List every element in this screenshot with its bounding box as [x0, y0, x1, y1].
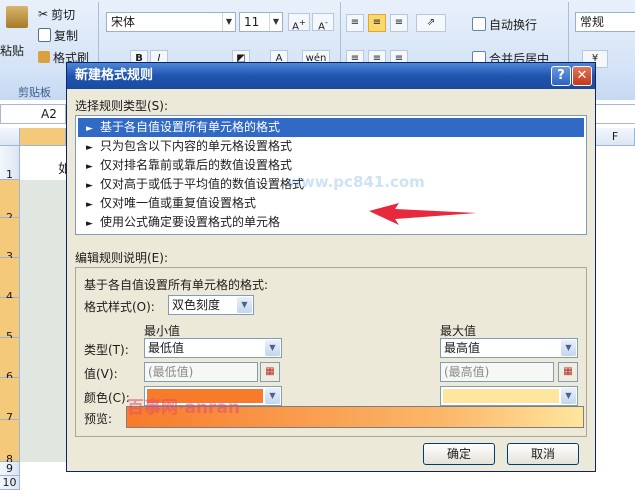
grow-font-button[interactable]: A+ — [288, 13, 310, 32]
arrow-icon — [369, 203, 477, 225]
align-middle-button[interactable]: ≡ — [368, 14, 386, 32]
row-header-6[interactable]: 6 — [0, 338, 20, 383]
wrap-text-icon — [472, 17, 486, 31]
row-header-2[interactable]: 2 — [0, 180, 20, 224]
shrink-font-button[interactable]: A- — [312, 13, 334, 32]
clipboard-group-label: 剪贴板 — [18, 86, 51, 99]
color-label: 颜色(C): — [84, 391, 130, 405]
new-format-rule-dialog: 新建格式规则 ? ✕ 选择规则类型(S): ► 基于各自值设置所有单元格的格式 ►… — [66, 62, 596, 472]
rule-type-item[interactable]: ► 仅对唯一值或重复值设置格式 — [78, 194, 584, 213]
min-type-select[interactable]: 最低值 ▼ — [144, 338, 282, 358]
chevron-down-icon: ▼ — [237, 297, 252, 313]
font-size-select[interactable]: 11 ▼ — [239, 12, 283, 32]
max-header: 最大值 — [440, 324, 477, 338]
cut-button[interactable]: ✂ 剪切 — [38, 4, 75, 24]
cancel-button[interactable]: 取消 — [507, 443, 579, 465]
max-type-select[interactable]: 最高值 ▼ — [440, 338, 578, 358]
name-box[interactable]: A2 — [0, 104, 66, 124]
row-header-1[interactable]: 1 — [0, 146, 20, 181]
cell-a1[interactable]: 如 — [20, 146, 71, 180]
chevron-down-icon: ▼ — [265, 340, 280, 356]
format-style-select[interactable]: 双色刻度 ▼ — [168, 295, 254, 315]
chevron-down-icon: ▼ — [561, 388, 576, 404]
selected-range[interactable] — [20, 180, 67, 462]
type-label: 类型(T): — [84, 343, 129, 357]
min-value-input[interactable]: (最低值) — [144, 362, 258, 382]
row-header-5[interactable]: 5 — [0, 298, 20, 343]
select-all-corner[interactable] — [0, 128, 20, 146]
max-value-input[interactable]: (最高值) — [440, 362, 554, 382]
scissors-icon: ✂ — [38, 7, 49, 21]
column-header-f[interactable]: F — [596, 128, 635, 146]
chevron-down-icon: ▼ — [265, 388, 280, 404]
row-header-4[interactable]: 4 — [0, 258, 20, 303]
copy-icon — [38, 28, 51, 42]
column-header-a[interactable] — [20, 128, 66, 146]
watermark-brand: 百事网·anran — [127, 398, 240, 418]
rule-type-item[interactable]: ► 只为包含以下内容的单元格设置格式 — [78, 137, 584, 156]
edit-heading: 基于各自值设置所有单元格的格式: — [84, 278, 269, 292]
watermark-site: www.pc841.com — [287, 173, 425, 191]
rule-type-item[interactable]: ► 基于各自值设置所有单元格的格式 — [78, 118, 584, 137]
rule-type-label: 选择规则类型(S): — [75, 99, 169, 113]
preview-label: 预览: — [84, 412, 113, 426]
row-header-8[interactable]: 8 — [0, 420, 20, 466]
format-painter-icon — [38, 51, 50, 63]
paste-label[interactable]: 粘贴 — [0, 40, 24, 60]
range-picker-icon[interactable]: ▦ — [558, 362, 578, 382]
range-picker-icon[interactable]: ▦ — [260, 362, 280, 382]
row-header-7[interactable]: 7 — [0, 378, 20, 424]
chevron-down-icon: ▼ — [561, 340, 576, 356]
paste-icon — [6, 6, 28, 28]
number-format-select[interactable]: 常规 — [575, 12, 635, 32]
row-header-10[interactable]: 10 — [0, 476, 20, 490]
row-header-3[interactable]: 3 — [0, 218, 20, 263]
row-header-9[interactable]: 9 — [0, 462, 20, 476]
ok-button[interactable]: 确定 — [423, 443, 495, 465]
max-color-picker[interactable]: ▼ — [440, 386, 578, 406]
font-name-select[interactable]: 宋体 ▼ — [106, 12, 236, 32]
copy-button[interactable]: 复制 — [38, 25, 78, 45]
edit-rule-label: 编辑规则说明(E): — [75, 251, 168, 265]
dialog-title: 新建格式规则 — [67, 63, 595, 89]
min-header: 最小值 — [144, 324, 181, 338]
chevron-down-icon: ▼ — [222, 13, 235, 31]
wrap-text-button[interactable]: 自动换行 — [472, 14, 537, 34]
align-top-button[interactable]: ≡ — [346, 14, 364, 32]
chevron-down-icon: ▼ — [269, 13, 282, 31]
align-bottom-button[interactable]: ≡ — [390, 14, 408, 32]
rule-type-item[interactable]: ► 使用公式确定要设置格式的单元格 — [78, 213, 584, 232]
close-button[interactable]: ✕ — [572, 66, 592, 86]
help-button[interactable]: ? — [551, 66, 571, 86]
triangle-right-icon: ► — [86, 219, 93, 229]
value-label: 值(V): — [84, 367, 118, 381]
format-style-label: 格式样式(O): — [84, 300, 155, 314]
max-color-swatch — [443, 389, 559, 403]
orientation-button[interactable]: ⇗ — [416, 14, 446, 32]
